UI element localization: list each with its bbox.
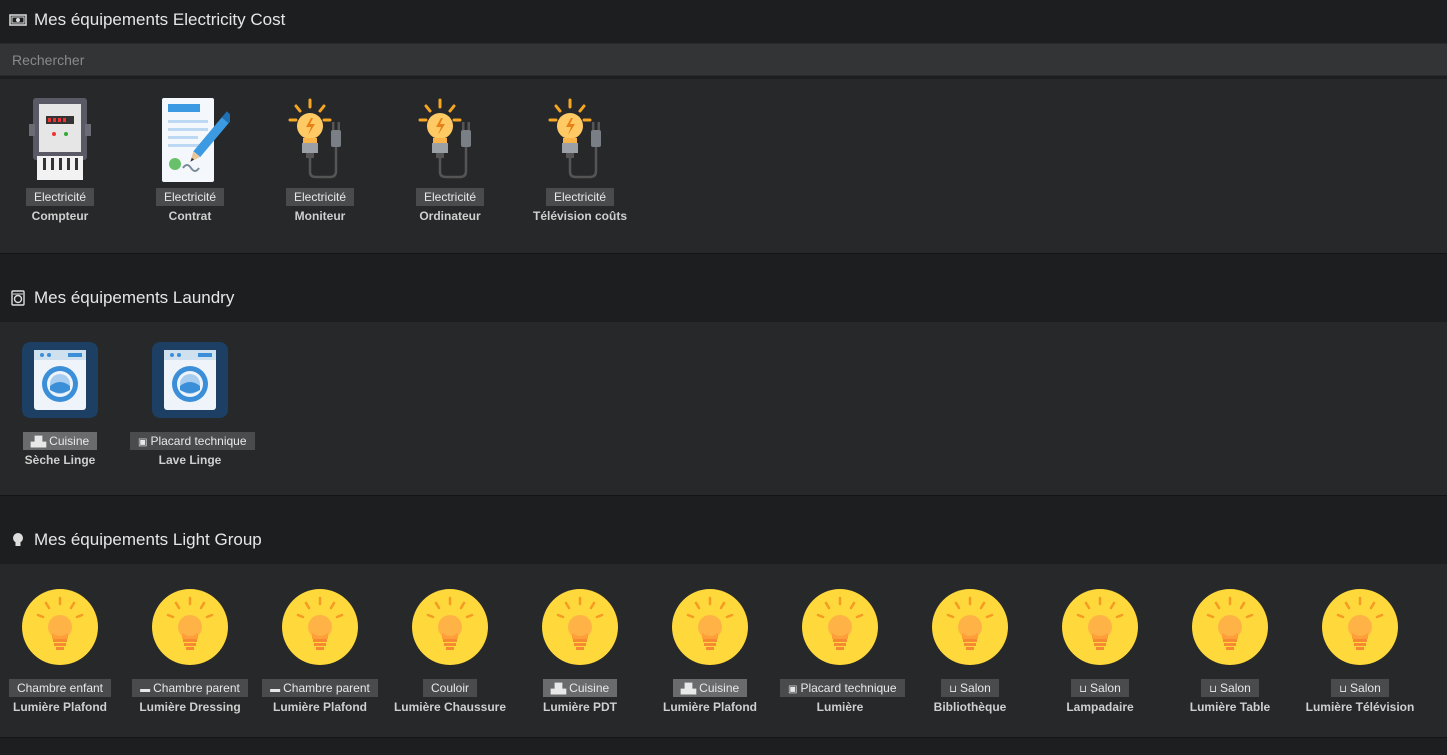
panel-electricity-cost: Electricité Compteur Electricité Contrat…: [0, 79, 1447, 254]
location-tag: Couloir: [422, 679, 477, 697]
lightbulb-icon: [280, 589, 360, 665]
device-name: Ordinateur: [419, 209, 481, 223]
lightbulb-icon: [1060, 589, 1140, 665]
lightbulb-icon: [540, 589, 620, 665]
device-name: Lumière: [816, 700, 864, 714]
lightbulb-icon: [670, 589, 750, 665]
device-card[interactable]: ▟▙ Cuisine Lumière PDT: [520, 589, 640, 714]
panel-laundry: ▟▙ Cuisine Sèche Linge ▣ Placard technique…: [0, 322, 1447, 496]
device-card[interactable]: ▬ Chambre parent Lumière Plafond: [260, 589, 380, 714]
device-card[interactable]: Electricité Ordinateur: [390, 94, 510, 223]
section-header-light-group: Mes équipements Light Group: [0, 520, 1447, 560]
lightbulb-icon: [150, 589, 230, 665]
bulb-plug-icon: [540, 94, 620, 184]
sofa-icon: ⊔: [1079, 684, 1088, 695]
kitchen-icon: ▟▙: [680, 684, 697, 695]
bed-icon: ▬: [270, 684, 281, 695]
panel-light-group: Chambre enfant Lumière Plafond ▬ Chambre pa…: [0, 564, 1447, 738]
device-card[interactable]: ▟▙ Cuisine Lumière Plafond: [650, 589, 770, 714]
device-card[interactable]: ▬ Chambre parent Lumière Dressing: [130, 589, 250, 714]
washing-machine-icon: [20, 342, 100, 418]
device-card[interactable]: ⊔ Salon Bibliothèque: [910, 589, 1030, 714]
device-card[interactable]: Couloir Lumière Chaussure: [390, 589, 510, 714]
lightbulb-icon: [800, 589, 880, 665]
device-name: Lumière Table: [1189, 700, 1271, 714]
lightbulb-icon: [1320, 589, 1400, 665]
location-tag: ▟▙ Cuisine: [22, 432, 98, 450]
location-tag: ▬ Chambre parent: [132, 679, 248, 697]
location-tag: Chambre enfant: [8, 679, 112, 697]
device-name: Lave Linge: [158, 453, 222, 467]
location-tag: ⊔ Salon: [941, 679, 999, 697]
location-tag: ▬ Chambre parent: [262, 679, 378, 697]
device-name: Sèche Linge: [24, 453, 96, 467]
device-card[interactable]: ▟▙ Cuisine Sèche Linge: [0, 342, 120, 467]
device-name: Lumière Plafond: [272, 700, 367, 714]
cabinet-icon: ▣: [138, 437, 148, 448]
cabinet-icon: ▣: [788, 684, 798, 695]
section-title: Mes équipements Light Group: [34, 530, 262, 549]
washing-machine-icon: [8, 289, 28, 307]
device-card[interactable]: Electricité Contrat: [130, 94, 250, 223]
location-tag: ▣ Placard technique: [780, 679, 905, 697]
lightbulb-icon: [1190, 589, 1270, 665]
device-card[interactable]: Electricité Moniteur: [260, 94, 380, 223]
device-name: Lumière Plafond: [662, 700, 757, 714]
lightbulb-icon: [20, 589, 100, 665]
sofa-icon: ⊔: [1339, 684, 1348, 695]
device-card[interactable]: Chambre enfant Lumière Plafond: [0, 589, 120, 714]
location-tag: ⊔ Salon: [1071, 679, 1129, 697]
device-card[interactable]: ▣ Placard technique Lumière: [780, 589, 905, 714]
device-name: Lampadaire: [1066, 700, 1134, 714]
section-header-electricity-cost: Mes équipements Electricity Cost: [0, 0, 1447, 40]
device-name: Compteur: [31, 209, 89, 223]
bulb-plug-icon: [410, 94, 490, 184]
search-bar[interactable]: [0, 43, 1447, 76]
device-card[interactable]: ⊔ Salon Lumière Télévision: [1300, 589, 1420, 714]
device-name: Moniteur: [294, 209, 346, 223]
device-card[interactable]: ⊔ Salon Lumière Table: [1170, 589, 1290, 714]
contract-icon: [150, 94, 230, 184]
sofa-icon: ⊔: [1209, 684, 1218, 695]
washing-machine-icon: [150, 342, 230, 418]
device-name: Bibliothèque: [933, 700, 1007, 714]
section-header-laundry: Mes équipements Laundry: [0, 278, 1447, 318]
location-tag: Electricité: [285, 188, 354, 206]
sofa-icon: ⊔: [949, 684, 958, 695]
location-tag: ▣ Placard technique: [130, 432, 255, 450]
device-name: Lumière PDT: [542, 700, 617, 714]
device-name: Lumière Chaussure: [393, 700, 507, 714]
money-icon: [8, 11, 28, 29]
device-name: Contrat: [168, 209, 212, 223]
bed-icon: ▬: [140, 684, 151, 695]
electric-meter-icon: [20, 94, 100, 184]
kitchen-icon: ▟▙: [550, 684, 567, 695]
lightbulb-icon: [8, 531, 28, 549]
section-title: Mes équipements Laundry: [34, 288, 235, 307]
device-name: Lumière Télévision: [1305, 700, 1415, 714]
location-tag: ⊔ Salon: [1331, 679, 1389, 697]
section-title: Mes équipements Electricity Cost: [34, 10, 286, 29]
device-card[interactable]: Electricité Compteur: [0, 94, 120, 223]
location-tag: Electricité: [545, 188, 614, 206]
location-tag: Electricité: [25, 188, 94, 206]
device-name: Télévision coûts: [532, 209, 628, 223]
kitchen-icon: ▟▙: [30, 437, 47, 448]
device-name: Lumière Dressing: [139, 700, 241, 714]
bulb-plug-icon: [280, 94, 360, 184]
search-input[interactable]: [0, 44, 1447, 75]
location-tag: Electricité: [415, 188, 484, 206]
location-tag: Electricité: [155, 188, 224, 206]
location-tag: ⊔ Salon: [1201, 679, 1259, 697]
device-card[interactable]: Electricité Télévision coûts: [520, 94, 640, 223]
lightbulb-icon: [930, 589, 1010, 665]
location-tag: ▟▙ Cuisine: [542, 679, 618, 697]
lightbulb-icon: [410, 589, 490, 665]
device-card[interactable]: ▣ Placard technique Lave Linge: [130, 342, 255, 467]
device-name: Lumière Plafond: [12, 700, 107, 714]
device-card[interactable]: ⊔ Salon Lampadaire: [1040, 589, 1160, 714]
location-tag: ▟▙ Cuisine: [672, 679, 748, 697]
